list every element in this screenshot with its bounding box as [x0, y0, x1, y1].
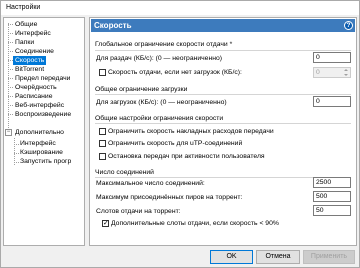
download-limit-label: Для загрузок (КБ/с): (0 — неограниченно): [96, 99, 227, 106]
tree-line: [8, 23, 9, 136]
connections-title: Число соединений: [95, 169, 154, 176]
no-download-upload-label: Скорость отдачи, если нет загрузок (КБ/с…: [108, 69, 242, 76]
title-bar: Настройки: [1, 1, 359, 15]
download-limit-value: 0: [316, 98, 320, 105]
tree-subline: [14, 138, 15, 165]
limit-utp-label: Ограничить скорость для uTP-соединений: [108, 140, 243, 147]
tree-item-caching[interactable]: Кэширование: [20, 148, 63, 157]
settings-window: Настройки Общие Интерфейс Папки Соединен…: [0, 0, 360, 268]
max-connections-label: Максимальное число соединений:: [96, 180, 205, 187]
no-download-upload-value: 0: [316, 69, 320, 76]
tree-item-speed[interactable]: Скорость: [13, 56, 47, 65]
tree-item-bittorrent[interactable]: BitTorrent: [15, 65, 44, 74]
settings-category-tree[interactable]: Общие Интерфейс Папки Соединение Скорост…: [3, 17, 85, 246]
speed-settings-pane: Скорость ? Глобальное ограничение скорос…: [89, 17, 357, 246]
tree-item-adv-interface[interactable]: Интерфейс: [20, 139, 56, 148]
upload-slots-input[interactable]: 50: [313, 205, 351, 216]
max-peers-input[interactable]: 500: [313, 191, 351, 202]
max-peers-value: 500: [316, 193, 328, 200]
download-limit-title: Общее ограничение загрузки: [95, 86, 188, 93]
window-title: Настройки: [6, 4, 41, 11]
speed-settings-title: Общие настройки ограничения скорости: [95, 115, 224, 122]
extra-slots-label: Дополнительные слоты отдачи, если скорос…: [111, 220, 279, 227]
tree-item-run-program[interactable]: Запустить прогр: [20, 157, 71, 166]
limit-utp-checkbox[interactable]: [99, 140, 106, 147]
limit-overhead-checkbox[interactable]: [99, 128, 106, 135]
divider: [95, 123, 351, 124]
upload-limit-label: Для раздач (КБ/с): (0 — неограниченно): [96, 55, 223, 62]
max-connections-input[interactable]: 2500: [313, 177, 351, 188]
tree-item-scheduler[interactable]: Расписание: [15, 92, 52, 101]
spinner-icon[interactable]: [344, 69, 349, 76]
help-icon[interactable]: ?: [344, 21, 353, 30]
ok-button[interactable]: OK: [210, 250, 253, 264]
tree-item-queueing[interactable]: Очерёдность: [15, 83, 57, 92]
no-download-upload-input[interactable]: 0: [313, 67, 351, 78]
collapse-icon[interactable]: −: [5, 129, 12, 136]
global-upload-title: Глобальное ограничение скорости отдачи *: [95, 41, 233, 48]
divider: [95, 50, 351, 51]
tree-item-connection[interactable]: Соединение: [15, 47, 54, 56]
limit-overhead-label: Ограничить скорость накладных расходов п…: [108, 128, 274, 135]
upload-slots-value: 50: [316, 207, 324, 214]
tree-item-webui[interactable]: Веб-интерфейс: [15, 101, 64, 110]
tree-item-playback[interactable]: Воспроизведение: [15, 110, 71, 119]
divider: [95, 94, 351, 95]
tree-item-folders[interactable]: Папки: [15, 38, 34, 47]
max-connections-value: 2500: [316, 179, 332, 186]
tree-item-interface[interactable]: Интерфейс: [15, 29, 51, 38]
tree-item-general[interactable]: Общие: [15, 20, 37, 29]
pane-header: Скорость ?: [91, 19, 355, 32]
tree-item-transfer-cap[interactable]: Предел передачи: [15, 74, 70, 83]
max-peers-label: Максимум присоединённых пиров на торрент…: [96, 194, 243, 201]
apply-button[interactable]: Применить: [303, 250, 355, 264]
cancel-button[interactable]: Отмена: [256, 250, 300, 264]
extra-slots-checkbox[interactable]: [102, 219, 109, 227]
no-download-upload-checkbox[interactable]: [99, 69, 106, 76]
upload-slots-label: Слотов отдачи на торрент:: [96, 208, 181, 215]
upload-limit-input[interactable]: 0: [313, 52, 351, 63]
stop-on-activity-label: Остановка передач при активности пользов…: [108, 153, 265, 160]
tree-item-advanced[interactable]: Дополнительно: [15, 128, 64, 137]
pane-title: Скорость: [94, 21, 132, 30]
download-limit-input[interactable]: 0: [313, 96, 351, 107]
stop-on-activity-checkbox[interactable]: [99, 153, 106, 160]
upload-limit-value: 0: [316, 54, 320, 61]
